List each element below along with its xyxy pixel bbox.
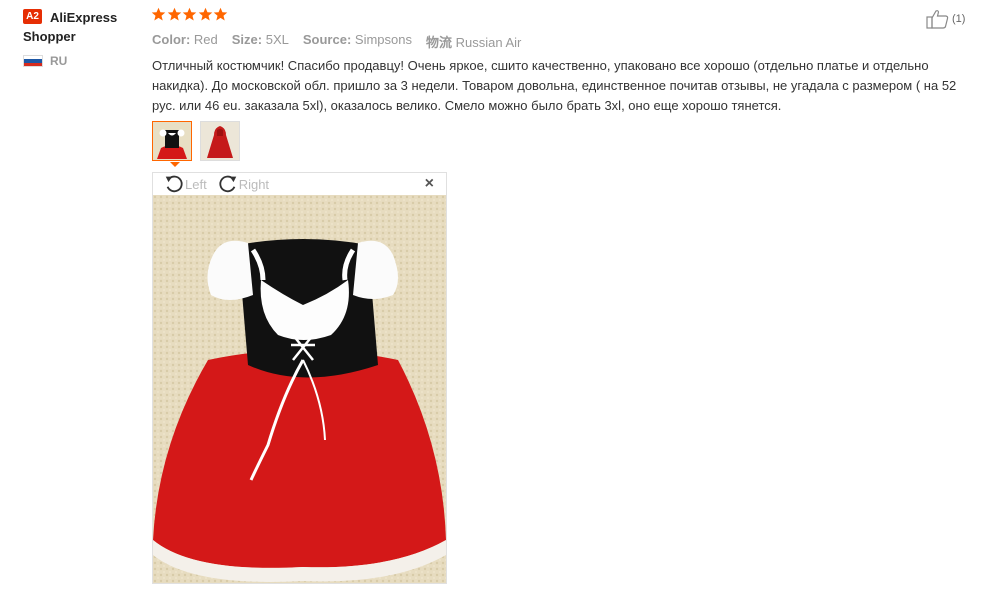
rotate-right-icon [219, 175, 236, 193]
review-thumbnails [152, 121, 248, 161]
selected-thumbnail-indicator [170, 162, 180, 167]
star-icon [213, 7, 228, 22]
rotate-right-button[interactable]: Right [217, 173, 269, 195]
country-code: RU [50, 54, 68, 68]
reviewer-name-line2: Shopper [23, 29, 76, 44]
size-info: Size: 5XL [231, 32, 289, 47]
helpful-button[interactable]: (1) [926, 9, 965, 29]
helpful-count: (1) [952, 13, 966, 25]
star-icon [167, 7, 182, 22]
review-text: Отличный костюмчик! Спасибо продавцу! Оч… [152, 58, 957, 113]
viewer-toolbar: Left Right × [153, 173, 446, 195]
dress-photo [153, 195, 446, 583]
rotate-left-button[interactable]: Left [163, 173, 207, 195]
review-photo-thumbnail[interactable] [200, 121, 240, 161]
star-rating [151, 7, 229, 22]
reviewer-name: AliExpress [50, 10, 118, 25]
star-icon [182, 7, 197, 22]
star-icon [198, 7, 213, 22]
user-level-badge: A2 [23, 9, 42, 24]
rotate-left-icon [165, 175, 183, 193]
russia-flag-icon [23, 55, 43, 67]
close-viewer-button[interactable]: × [425, 175, 434, 193]
reviewer-info: A2 AliExpress Shopper RU [23, 8, 143, 68]
order-info: Color: Red Size: 5XL Source: Simpsons 物流… [152, 32, 535, 51]
reviewer-country: RU [23, 54, 143, 68]
photo-viewer: Left Right × [152, 172, 447, 584]
thumbs-up-icon [926, 10, 949, 29]
logistics-info: 物流 Russian Air [425, 35, 522, 50]
star-icon [151, 7, 166, 22]
source-info: Source: Simpsons [302, 32, 412, 47]
review-photo-thumbnail[interactable] [152, 121, 192, 161]
color-info: Color: Red [152, 32, 218, 47]
review-photo-large [153, 195, 446, 583]
